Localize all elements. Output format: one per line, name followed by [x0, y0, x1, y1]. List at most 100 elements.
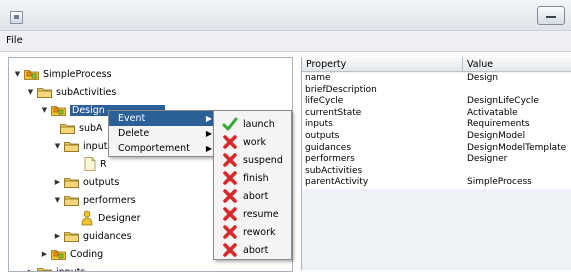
table-row[interactable]: guidancesDesignModelTemplate — [302, 143, 571, 155]
table-row[interactable]: currentStateActivatable — [302, 108, 571, 120]
tree-node-label: R — [100, 159, 107, 170]
person-icon — [80, 210, 94, 226]
menu-file[interactable]: File — [6, 35, 23, 46]
submenu-arrow-icon: ▶ — [206, 126, 212, 141]
menu-item-label: Comportement — [118, 141, 190, 156]
property-cell: briefDescription — [305, 85, 377, 97]
tree-node-guidances[interactable]: ▶ guidances — [53, 227, 132, 245]
submenu-item-label: suspend — [243, 155, 283, 166]
expand-toggle-icon[interactable]: ▼ — [53, 142, 62, 150]
property-cell: parentActivity — [305, 177, 368, 189]
tree-node-performers[interactable]: ▼ performers — [53, 191, 136, 209]
minimize-button[interactable] — [537, 6, 565, 25]
expand-toggle-icon[interactable]: ▶ — [53, 232, 62, 240]
context-menu-item-comportement[interactable]: Comportement ▶ — [109, 141, 219, 156]
document-icon — [84, 157, 96, 171]
column-header-value[interactable]: Value — [463, 57, 571, 72]
property-cell: outputs — [305, 131, 339, 143]
property-cell: name — [305, 73, 331, 85]
value-cell: SimpleProcess — [467, 177, 532, 189]
red-x-icon — [222, 206, 238, 222]
red-x-icon — [222, 152, 238, 168]
red-x-icon — [222, 188, 238, 204]
package-folder-icon — [51, 104, 66, 116]
property-cell: inputs — [305, 119, 333, 131]
java-window-icon — [10, 11, 23, 24]
tree-node-subactivities-child[interactable]: subA — [60, 119, 103, 137]
expand-toggle-icon[interactable]: ▼ — [26, 88, 35, 96]
table-row[interactable]: performersDesigner — [302, 154, 571, 166]
table-row[interactable]: nameDesign — [302, 73, 571, 85]
submenu-item-work[interactable]: work — [214, 133, 291, 151]
expand-toggle-icon[interactable]: ▼ — [53, 196, 62, 204]
red-x-icon — [222, 224, 238, 240]
submenu-item-resume[interactable]: resume — [214, 205, 291, 223]
submenu-item-label: rework — [243, 227, 276, 238]
expand-toggle-icon[interactable]: ▶ — [26, 268, 35, 272]
expand-toggle-icon[interactable]: ▼ — [40, 106, 49, 114]
tree-node-label: guidances — [83, 231, 132, 242]
expand-toggle-icon[interactable]: ▶ — [40, 250, 49, 258]
context-menu: Event ▶ Delete ▶ Comportement ▶ — [108, 110, 220, 157]
red-x-icon — [222, 242, 238, 258]
package-folder-icon — [51, 248, 66, 260]
submenu-item-label: resume — [243, 209, 279, 220]
red-x-icon — [222, 170, 238, 186]
tree-node-label: outputs — [83, 177, 119, 188]
submenu-item-rework[interactable]: rework — [214, 223, 291, 241]
table-row[interactable]: outputs DesignModel — [302, 131, 571, 143]
tree-node-simpleprocess[interactable]: ▼ SimpleProcess — [13, 65, 111, 83]
submenu-item-abort[interactable]: abort — [214, 187, 291, 205]
tree-node-label: Designer — [98, 213, 141, 224]
property-cell: guidances — [305, 143, 351, 155]
property-cell: subActivities — [305, 166, 362, 178]
tree-node-designer[interactable]: Designer — [80, 209, 141, 227]
properties-rows: nameDesign briefDescription lifeCycleDes… — [302, 73, 571, 189]
submenu-item-suspend[interactable]: suspend — [214, 151, 291, 169]
tree-node-coding[interactable]: ▶ Coding — [40, 245, 103, 263]
folder-icon — [64, 140, 79, 152]
table-row[interactable]: inputsRequirements — [302, 119, 571, 131]
table-row[interactable]: parentActivity SimpleProcess — [302, 177, 571, 189]
expand-toggle-icon[interactable]: ▶ — [53, 178, 62, 186]
tree-node-label: inputs — [56, 267, 85, 272]
column-header-property[interactable]: Property — [302, 57, 463, 72]
value-cell: DesignModel — [467, 131, 525, 143]
folder-icon — [64, 176, 79, 188]
submenu-item-launch[interactable]: launch — [214, 115, 291, 133]
folder-icon — [64, 194, 79, 206]
tree-node-outputs[interactable]: ▶ outputs — [53, 173, 119, 191]
context-menu-item-delete[interactable]: Delete ▶ — [109, 126, 219, 141]
submenu-item-label: abort — [243, 245, 268, 256]
red-x-icon — [222, 134, 238, 150]
table-row[interactable]: briefDescription — [302, 85, 571, 97]
expand-toggle-icon[interactable]: ▼ — [13, 70, 22, 78]
property-cell: lifeCycle — [305, 96, 343, 108]
tree-node-label: subActivities — [56, 87, 116, 98]
submenu-item-abort-2[interactable]: abort — [214, 241, 291, 259]
package-folder-icon — [24, 68, 39, 80]
table-row[interactable]: lifeCycleDesignLifeCycle — [302, 96, 571, 108]
menu-bar: File — [0, 31, 571, 52]
value-cell: Activatable — [467, 108, 518, 120]
window-titlebar — [0, 0, 571, 31]
folder-icon — [60, 122, 75, 134]
submenu-item-finish[interactable]: finish — [214, 169, 291, 187]
tree-node-label: SimpleProcess — [43, 69, 111, 80]
property-cell: performers — [305, 154, 355, 166]
tree-node-label: Coding — [70, 249, 103, 260]
tree-node-subactivities[interactable]: ▼ subActivities — [26, 83, 116, 101]
context-menu-item-event[interactable]: Event ▶ — [109, 111, 219, 126]
tree-node-inputs[interactable]: ▼ inputs — [53, 137, 112, 155]
tree-node-requirements[interactable]: R — [84, 155, 107, 173]
menu-item-label: Delete — [118, 126, 149, 141]
properties-table: Property Value nameDesign briefDescripti… — [301, 57, 571, 270]
submenu-item-label: abort — [243, 191, 268, 202]
submenu-item-label: launch — [243, 119, 275, 130]
folder-icon — [37, 266, 52, 272]
tree-node-label: performers — [83, 195, 136, 206]
tree-node-inputs-root[interactable]: ▶ inputs — [26, 263, 85, 272]
folder-icon — [37, 86, 52, 98]
table-row[interactable]: subActivities — [302, 166, 571, 178]
submenu-item-label: work — [243, 137, 266, 148]
